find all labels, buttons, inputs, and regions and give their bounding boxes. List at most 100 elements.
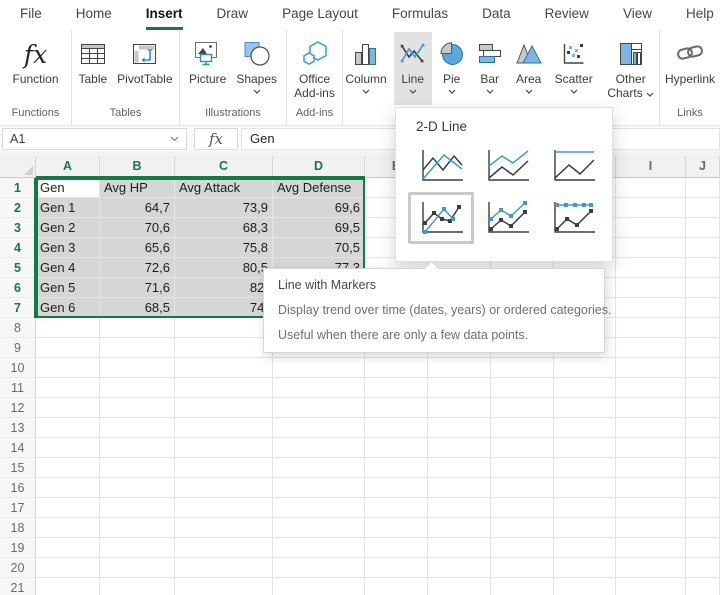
- column-header-D[interactable]: D: [273, 156, 365, 178]
- cell-B2[interactable]: 64,7: [100, 198, 175, 218]
- cell-I20[interactable]: [616, 558, 686, 578]
- cell-F21[interactable]: [428, 578, 491, 595]
- cell-A20[interactable]: [36, 558, 100, 578]
- cell-B6[interactable]: 71,6: [100, 278, 175, 298]
- column-chart-button[interactable]: Column: [340, 32, 391, 105]
- cell-G19[interactable]: [491, 538, 554, 558]
- cell-A12[interactable]: [36, 398, 100, 418]
- select-all-corner[interactable]: [0, 156, 36, 178]
- cell-D20[interactable]: [273, 558, 365, 578]
- cell-G15[interactable]: [491, 458, 554, 478]
- row-header-21[interactable]: 21: [0, 578, 36, 595]
- cell-C7[interactable]: 74,: [175, 298, 273, 318]
- row-header-8[interactable]: 8: [0, 318, 36, 338]
- cell-H10[interactable]: [554, 358, 616, 378]
- cell-C20[interactable]: [175, 558, 273, 578]
- cell-I9[interactable]: [616, 338, 686, 358]
- chevron-down-icon[interactable]: [646, 92, 654, 97]
- cell-E11[interactable]: [365, 378, 428, 398]
- cell-A18[interactable]: [36, 518, 100, 538]
- tab-view[interactable]: View: [623, 0, 652, 30]
- cell-G17[interactable]: [491, 498, 554, 518]
- column-header-C[interactable]: C: [175, 156, 273, 178]
- cell-J20[interactable]: [686, 558, 720, 578]
- cell-J17[interactable]: [686, 498, 720, 518]
- row-header-5[interactable]: 5: [0, 258, 36, 278]
- cell-B8[interactable]: [100, 318, 175, 338]
- cell-J12[interactable]: [686, 398, 720, 418]
- row-header-14[interactable]: 14: [0, 438, 36, 458]
- area-chart-button[interactable]: Area: [510, 32, 548, 105]
- cell-A10[interactable]: [36, 358, 100, 378]
- cell-B20[interactable]: [100, 558, 175, 578]
- cell-D2[interactable]: 69,6: [273, 198, 365, 218]
- cell-J8[interactable]: [686, 318, 720, 338]
- cell-A5[interactable]: Gen 4: [36, 258, 100, 278]
- cell-D18[interactable]: [273, 518, 365, 538]
- row-header-9[interactable]: 9: [0, 338, 36, 358]
- cell-J2[interactable]: [686, 198, 720, 218]
- row-header-17[interactable]: 17: [0, 498, 36, 518]
- cell-I13[interactable]: [616, 418, 686, 438]
- cell-H21[interactable]: [554, 578, 616, 595]
- cell-G20[interactable]: [491, 558, 554, 578]
- chart-thumb-stacked-line-with-markers[interactable]: [474, 192, 540, 244]
- cell-J6[interactable]: [686, 278, 720, 298]
- cell-B21[interactable]: [100, 578, 175, 595]
- cell-C10[interactable]: [175, 358, 273, 378]
- cell-B13[interactable]: [100, 418, 175, 438]
- cell-E12[interactable]: [365, 398, 428, 418]
- chart-thumb-line[interactable]: [408, 140, 474, 192]
- cell-B18[interactable]: [100, 518, 175, 538]
- row-header-11[interactable]: 11: [0, 378, 36, 398]
- other-charts-button[interactable]: Other Charts: [600, 32, 662, 105]
- name-box[interactable]: A1: [2, 128, 187, 150]
- cell-B3[interactable]: 70,6: [100, 218, 175, 238]
- cell-J4[interactable]: [686, 238, 720, 258]
- cell-D19[interactable]: [273, 538, 365, 558]
- cell-I12[interactable]: [616, 398, 686, 418]
- tab-help[interactable]: Help: [686, 0, 714, 30]
- cell-H16[interactable]: [554, 478, 616, 498]
- cell-J5[interactable]: [686, 258, 720, 278]
- cell-E18[interactable]: [365, 518, 428, 538]
- cell-C12[interactable]: [175, 398, 273, 418]
- tab-review[interactable]: Review: [545, 0, 589, 30]
- cell-J14[interactable]: [686, 438, 720, 458]
- cell-F16[interactable]: [428, 478, 491, 498]
- picture-button[interactable]: Picture: [184, 32, 231, 105]
- cell-C5[interactable]: 80,5: [175, 258, 273, 278]
- cell-D11[interactable]: [273, 378, 365, 398]
- cell-E15[interactable]: [365, 458, 428, 478]
- cell-G18[interactable]: [491, 518, 554, 538]
- cell-A9[interactable]: [36, 338, 100, 358]
- cell-D10[interactable]: [273, 358, 365, 378]
- cell-C18[interactable]: [175, 518, 273, 538]
- tab-data[interactable]: Data: [482, 0, 511, 30]
- cell-F11[interactable]: [428, 378, 491, 398]
- cell-A13[interactable]: [36, 418, 100, 438]
- cell-H13[interactable]: [554, 418, 616, 438]
- cell-F10[interactable]: [428, 358, 491, 378]
- cell-I17[interactable]: [616, 498, 686, 518]
- row-header-3[interactable]: 3: [0, 218, 36, 238]
- row-header-2[interactable]: 2: [0, 198, 36, 218]
- cell-B14[interactable]: [100, 438, 175, 458]
- cell-E13[interactable]: [365, 418, 428, 438]
- cell-C15[interactable]: [175, 458, 273, 478]
- cell-C17[interactable]: [175, 498, 273, 518]
- cell-C4[interactable]: 75,8: [175, 238, 273, 258]
- cell-A15[interactable]: [36, 458, 100, 478]
- cell-B5[interactable]: 72,6: [100, 258, 175, 278]
- bar-chart-button[interactable]: Bar: [472, 32, 508, 105]
- cell-E17[interactable]: [365, 498, 428, 518]
- cell-C21[interactable]: [175, 578, 273, 595]
- hyperlink-button[interactable]: Hyperlink: [660, 32, 720, 105]
- cell-I19[interactable]: [616, 538, 686, 558]
- cell-G10[interactable]: [491, 358, 554, 378]
- cell-B17[interactable]: [100, 498, 175, 518]
- cell-I4[interactable]: [616, 238, 686, 258]
- cell-C6[interactable]: 82,: [175, 278, 273, 298]
- cell-D16[interactable]: [273, 478, 365, 498]
- cell-H19[interactable]: [554, 538, 616, 558]
